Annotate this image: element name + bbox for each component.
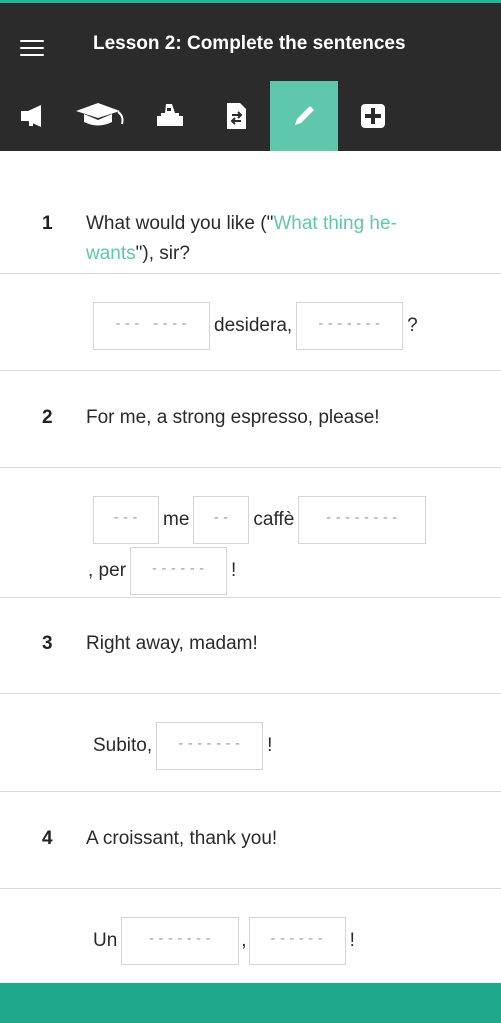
divider: [0, 888, 501, 889]
answer-blank[interactable]: --: [193, 496, 250, 544]
answer-line: --- me -- caffè --------: [93, 496, 427, 544]
answer-blank[interactable]: ---: [93, 496, 159, 544]
answer-word: !: [231, 560, 237, 581]
answer-word: desidera,: [214, 315, 293, 336]
answer-word: Subito,: [93, 735, 153, 756]
pencil-icon: [295, 106, 314, 125]
megaphone-icon: [21, 105, 41, 127]
answer-word: ?: [407, 315, 418, 336]
tab-add[interactable]: [339, 81, 407, 151]
answer-word: ,: [241, 930, 247, 951]
page-title: Lesson 2: Complete the sentences: [93, 33, 406, 54]
answer-word: !: [267, 735, 273, 756]
exercise-number: 3: [42, 633, 53, 654]
exercise-list: 1 What would you like ("What thing he-wa…: [0, 151, 501, 983]
bottom-bar: [0, 983, 501, 1023]
tab-vocabulary[interactable]: [203, 81, 271, 151]
answer-word: !: [349, 930, 355, 951]
answer-blank[interactable]: -------: [121, 917, 240, 965]
answer-line: --- ---- desidera, ------- ?: [93, 302, 422, 350]
answer-blank[interactable]: -------: [156, 722, 264, 770]
answer-blank[interactable]: --- ----: [93, 302, 210, 350]
answer-line: Subito, ------- !: [89, 722, 276, 770]
hand-box-icon: [157, 104, 183, 126]
document-swap-icon: [227, 103, 246, 129]
answer-line: , per ------ !: [84, 547, 240, 595]
exercise-prompt: What would you like ("What thing he-want…: [86, 213, 397, 264]
answer-blank[interactable]: --------: [298, 496, 427, 544]
plus-icon: [361, 104, 385, 128]
answer-blank[interactable]: ------: [248, 917, 346, 965]
tab-learn[interactable]: [66, 81, 134, 151]
exercise-prompt: For me, a strong espresso, please!: [86, 407, 380, 428]
exercise-number: 2: [42, 407, 53, 428]
exercise-prompt: A croissant, thank you!: [86, 828, 278, 849]
answer-line: Un ------- , ------ !: [89, 917, 359, 965]
answer-blank[interactable]: -------: [296, 302, 404, 350]
divider: [0, 273, 501, 274]
exercise-number: 1: [42, 213, 53, 234]
divider: [0, 597, 501, 598]
answer-word: , per: [88, 560, 127, 581]
hamburger-menu-icon[interactable]: [16, 34, 50, 62]
tab-listen[interactable]: [0, 81, 68, 151]
answer-word: Un: [93, 930, 118, 951]
status-strip: [0, 0, 501, 14]
answer-word: caffè: [253, 509, 295, 530]
divider: [0, 370, 501, 371]
divider: [0, 791, 501, 792]
divider: [0, 467, 501, 468]
lesson-toolbar: [0, 81, 501, 151]
exercise-number: 4: [42, 828, 53, 849]
exercise-prompt: Right away, madam!: [86, 633, 258, 654]
tab-exercises[interactable]: [270, 81, 338, 151]
graduation-cap-icon: [76, 103, 124, 126]
app-header: Lesson 2: Complete the sentences: [0, 14, 501, 81]
accent-line: [0, 0, 501, 3]
divider: [0, 693, 501, 694]
tab-practice[interactable]: [136, 81, 204, 151]
answer-blank[interactable]: ------: [130, 547, 228, 595]
answer-word: me: [163, 509, 190, 530]
